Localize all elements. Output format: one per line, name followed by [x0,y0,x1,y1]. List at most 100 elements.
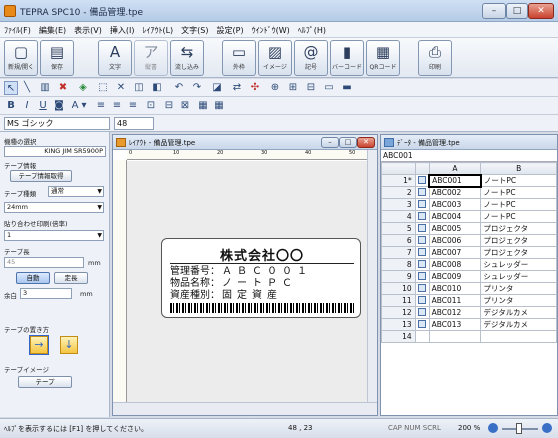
copies-select[interactable]: 1 ▼ [4,230,104,241]
delete-tool-icon[interactable]: ✖ [56,81,70,95]
align-icon[interactable]: ✣ [248,81,262,95]
cell-b[interactable]: プロジェクタ [480,246,557,259]
frame-button[interactable]: ▭ 外枠 [222,40,256,76]
save-button[interactable]: ▤ 保存 [40,40,74,76]
select-tool-icon[interactable]: ↖ [4,81,18,95]
margin-input[interactable]: 3 [20,288,72,299]
underline-icon[interactable]: U [36,99,50,113]
cell-a[interactable]: ABC002 [428,186,482,199]
font-color-dropdown-icon[interactable]: ▾ [80,99,88,113]
row-checkbox[interactable] [414,174,430,187]
row-checkbox[interactable] [414,270,430,283]
table-row[interactable]: 10 ABC010 プリンタ [381,282,557,295]
menu-edit[interactable]: 編集(E) [35,22,70,36]
flow-in-button[interactable]: ⇆ 流し込み [170,40,204,76]
tape-label-preview[interactable]: 株式会社〇〇 管理番号： ＡＢＣ００１ 物品名称： ノートＰＣ 資産種別： 固定資産 [161,238,361,318]
layer-tool-icon[interactable]: ◈ [76,81,90,95]
cell-a[interactable]: ABC013 [428,318,482,331]
row-checkbox[interactable] [414,282,430,295]
row-checkbox[interactable] [414,234,430,247]
cell-a[interactable]: ABC006 [428,234,482,247]
justify-icon[interactable]: ⊟ [162,99,176,113]
image-button[interactable]: ▨ イメージ [258,40,292,76]
cell-b[interactable]: ノートPC [480,186,557,199]
cell-b[interactable]: シュレッダー [480,270,557,283]
cell-a[interactable]: ABC009 [428,270,482,283]
get-tape-info-button[interactable]: テープ情報取得 [10,170,72,182]
cell-b[interactable]: デジタルカメ [480,306,557,319]
horizontal-tape-button[interactable]: → [29,335,49,355]
cell-b[interactable]: プリンタ [480,282,557,295]
tape-type-select[interactable]: 通常 ▼ [48,186,104,197]
tape-left-icon[interactable]: ▭ [322,81,336,95]
text-button[interactable]: A 文字 [98,40,132,76]
cell-b[interactable]: ノートPC [480,198,557,211]
layout-minimize-button[interactable]: – [321,137,339,148]
grid-off-icon[interactable]: ⊟ [304,81,318,95]
table-row[interactable]: 7 ABC007 プロジェクタ [381,246,557,259]
table-row[interactable]: 14 [381,330,557,343]
menu-help[interactable]: ﾍﾙﾌﾟ(H) [294,22,330,36]
label-canvas[interactable]: 株式会社〇〇 管理番号： ＡＢＣ００１ 物品名称： ノートＰＣ 資産種別： 固定資産 [127,161,367,402]
spacing-icon[interactable]: ⊠ [178,99,192,113]
table-row[interactable]: 8 ABC008 シュレッダー [381,258,557,271]
close-button[interactable]: ✕ [528,3,554,19]
group-icon[interactable]: ◪ [210,81,224,95]
char-grid2-icon[interactable]: ▦ [212,99,226,113]
menu-settings[interactable]: 設定(P) [213,22,248,36]
cell-a[interactable]: ABC001 [428,173,482,188]
table-row[interactable]: 1* ABC001 ノートPC [381,173,557,188]
cell-b[interactable]: ノートPC [480,210,557,223]
row-checkbox[interactable] [414,330,430,343]
fit-tool-icon[interactable]: ⬚ [96,81,110,95]
bold-icon[interactable]: B [4,99,18,113]
menu-text[interactable]: 文字(S) [177,22,212,36]
table-row[interactable]: 3 ABC003 ノートPC [381,198,557,211]
row-checkbox[interactable] [414,258,430,271]
cell-a[interactable]: ABC003 [428,198,482,211]
align-left-icon[interactable]: ≡ [94,99,108,113]
cell-a[interactable] [428,330,482,343]
grid-on-icon[interactable]: ⊞ [286,81,300,95]
cell-a[interactable]: ABC004 [428,210,482,223]
table-row[interactable]: 4 ABC004 ノートPC [381,210,557,223]
menu-layout[interactable]: ﾚｲｱｳﾄ(L) [138,22,177,36]
table-tool-icon[interactable]: ▥ [38,81,52,95]
cell-a[interactable]: ABC010 [428,282,482,295]
cell-reference-field[interactable]: ABC001 [381,150,557,162]
line-tool-icon[interactable]: ╲ [20,81,34,95]
tape-preview-button[interactable]: テープ [18,376,72,388]
cell-b[interactable]: デジタルカメ [480,318,557,331]
cell-a[interactable]: ABC008 [428,258,482,271]
cell-b[interactable]: ノートPC [480,174,557,187]
align-right-icon[interactable]: ≡ [126,99,140,113]
row-checkbox[interactable] [414,222,430,235]
row-checkbox[interactable] [414,294,430,307]
row-checkbox[interactable] [414,198,430,211]
align-center-icon[interactable]: ≡ [110,99,124,113]
cell-b[interactable]: プロジェクタ [480,234,557,247]
swap-icon[interactable]: ⇄ [230,81,244,95]
cell-a[interactable]: ABC007 [428,246,482,259]
cell-a[interactable]: ABC012 [428,306,482,319]
auto-length-button[interactable]: 自動 [16,272,50,284]
tape-right-icon[interactable]: ▬ [340,81,354,95]
table-row[interactable]: 2 ABC002 ノートPC [381,186,557,199]
table-row[interactable]: 6 ABC006 プロジェクタ [381,234,557,247]
char-grid-icon[interactable]: ▦ [196,99,210,113]
minimize-button[interactable]: – [482,3,506,19]
cell-a[interactable]: ABC011 [428,294,482,307]
menu-view[interactable]: 表示(V) [70,22,106,36]
row-checkbox[interactable] [414,246,430,259]
paste-icon[interactable]: ◧ [150,81,164,95]
undo-icon[interactable]: ↶ [172,81,186,95]
column-header-b[interactable]: B [480,162,557,175]
cell-a[interactable]: ABC005 [428,222,482,235]
vertical-tape-button[interactable]: ↓ [60,336,78,354]
italic-icon[interactable]: I [20,99,34,113]
table-row[interactable]: 13 ABC013 デジタルカメ [381,318,557,331]
zoom-slider-thumb[interactable] [516,423,522,434]
layout-vertical-scrollbar[interactable] [367,150,377,402]
barcode-button[interactable]: ▮ バーコード [330,40,364,76]
font-size-select[interactable]: 48 [114,117,154,130]
